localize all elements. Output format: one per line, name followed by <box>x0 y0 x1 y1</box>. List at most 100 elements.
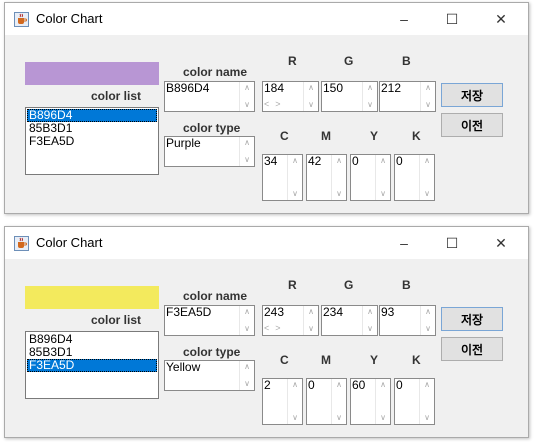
chevron-up-icon[interactable]: ∧ <box>424 379 430 391</box>
chevron-up-icon[interactable]: ∧ <box>308 82 314 94</box>
b-field[interactable]: 212 ∧ ∨ <box>379 81 436 112</box>
c-field[interactable]: 34 ∧ ∨ <box>262 154 303 201</box>
chevron-down-icon[interactable]: ∨ <box>336 412 342 424</box>
color-list[interactable]: B896D4 85B3D1 F3EA5D <box>25 107 159 175</box>
chevron-right-icon[interactable]: > <box>275 322 280 334</box>
k-field[interactable]: 0 ∧ ∨ <box>394 378 435 425</box>
chevron-down-icon[interactable]: ∨ <box>367 323 373 335</box>
chevron-up-icon[interactable]: ∧ <box>244 306 250 318</box>
chevron-down-icon[interactable]: ∨ <box>425 99 431 111</box>
vertical-scrollbar[interactable]: ∧ ∨ <box>331 155 346 200</box>
window-title: Color Chart <box>36 235 103 250</box>
color-list-label: color list <box>91 313 142 327</box>
chevron-left-icon[interactable]: < <box>264 322 269 334</box>
chevron-down-icon[interactable]: ∨ <box>244 378 250 390</box>
chevron-down-icon[interactable]: ∨ <box>424 412 430 424</box>
chevron-down-icon[interactable]: ∨ <box>244 154 250 166</box>
vertical-scrollbar[interactable]: ∧ ∨ <box>303 306 318 335</box>
chevron-up-icon[interactable]: ∧ <box>336 155 342 167</box>
save-button[interactable]: 저장 <box>441 83 503 107</box>
chevron-right-icon[interactable]: > <box>275 98 280 110</box>
vertical-scrollbar[interactable]: ∧ ∨ <box>239 137 254 166</box>
color-type-field[interactable]: Yellow ∧ ∨ <box>164 360 255 391</box>
b-field[interactable]: 93 ∧ ∨ <box>379 305 436 336</box>
vertical-scrollbar[interactable]: ∧ ∨ <box>303 82 318 111</box>
r-field[interactable]: 184 ∧ ∨ < > <box>262 81 319 112</box>
y-field[interactable]: 60 ∧ ∨ <box>350 378 391 425</box>
g-field[interactable]: 150 ∧ ∨ <box>321 81 378 112</box>
vertical-scrollbar[interactable]: ∧ ∨ <box>419 155 434 200</box>
color-name-field[interactable]: B896D4 ∧ ∨ <box>164 81 255 112</box>
chevron-up-icon[interactable]: ∧ <box>336 379 342 391</box>
chevron-up-icon[interactable]: ∧ <box>244 137 250 149</box>
chevron-down-icon[interactable]: ∨ <box>308 323 314 335</box>
vertical-scrollbar[interactable]: ∧ ∨ <box>239 361 254 390</box>
c-label: C <box>280 353 289 367</box>
close-button[interactable]: ✕ <box>486 231 516 255</box>
y-label: Y <box>370 129 379 143</box>
vertical-scrollbar[interactable]: ∧ ∨ <box>375 379 390 424</box>
horizontal-scrollbar[interactable]: < > <box>264 322 281 334</box>
list-item[interactable]: F3EA5D <box>27 135 157 148</box>
vertical-scrollbar[interactable]: ∧ ∨ <box>331 379 346 424</box>
k-field[interactable]: 0 ∧ ∨ <box>394 154 435 201</box>
chevron-up-icon[interactable]: ∧ <box>244 361 250 373</box>
chevron-up-icon[interactable]: ∧ <box>425 82 431 94</box>
color-type-field[interactable]: Purple ∧ ∨ <box>164 136 255 167</box>
previous-button[interactable]: 이전 <box>441 337 503 361</box>
list-item[interactable]: F3EA5D <box>27 359 157 372</box>
chevron-down-icon[interactable]: ∨ <box>308 99 314 111</box>
maximize-button[interactable]: ☐ <box>437 7 467 31</box>
chevron-down-icon[interactable]: ∨ <box>292 412 298 424</box>
y-field[interactable]: 0 ∧ ∨ <box>350 154 391 201</box>
title-bar[interactable]: Color Chart – ☐ ✕ <box>5 3 528 35</box>
chevron-down-icon[interactable]: ∨ <box>244 323 250 335</box>
chevron-up-icon[interactable]: ∧ <box>380 379 386 391</box>
maximize-button[interactable]: ☐ <box>437 231 467 255</box>
vertical-scrollbar[interactable]: ∧ ∨ <box>287 379 302 424</box>
chevron-down-icon[interactable]: ∨ <box>244 99 250 111</box>
chevron-down-icon[interactable]: ∨ <box>424 188 430 200</box>
vertical-scrollbar[interactable]: ∧ ∨ <box>239 306 254 335</box>
chevron-down-icon[interactable]: ∨ <box>292 188 298 200</box>
chevron-left-icon[interactable]: < <box>264 98 269 110</box>
chevron-up-icon[interactable]: ∧ <box>380 155 386 167</box>
minimize-button[interactable]: – <box>389 7 419 31</box>
minimize-button[interactable]: – <box>389 231 419 255</box>
close-button[interactable]: ✕ <box>486 7 516 31</box>
horizontal-scrollbar[interactable]: < > <box>264 98 281 110</box>
chevron-down-icon[interactable]: ∨ <box>336 188 342 200</box>
chevron-up-icon[interactable]: ∧ <box>425 306 431 318</box>
vertical-scrollbar[interactable]: ∧ ∨ <box>362 82 377 111</box>
title-bar[interactable]: Color Chart – ☐ ✕ <box>5 227 528 259</box>
previous-button[interactable]: 이전 <box>441 113 503 137</box>
chevron-down-icon[interactable]: ∨ <box>380 412 386 424</box>
vertical-scrollbar[interactable]: ∧ ∨ <box>420 82 435 111</box>
vertical-scrollbar[interactable]: ∧ ∨ <box>362 306 377 335</box>
chevron-up-icon[interactable]: ∧ <box>367 306 373 318</box>
vertical-scrollbar[interactable]: ∧ ∨ <box>375 155 390 200</box>
vertical-scrollbar[interactable]: ∧ ∨ <box>419 379 434 424</box>
chevron-up-icon[interactable]: ∧ <box>244 82 250 94</box>
m-field[interactable]: 0 ∧ ∨ <box>306 378 347 425</box>
chevron-down-icon[interactable]: ∨ <box>425 323 431 335</box>
chevron-up-icon[interactable]: ∧ <box>367 82 373 94</box>
c-field[interactable]: 2 ∧ ∨ <box>262 378 303 425</box>
r-field-value: 184 <box>264 81 285 95</box>
chevron-down-icon[interactable]: ∨ <box>367 99 373 111</box>
color-name-field[interactable]: F3EA5D ∧ ∨ <box>164 305 255 336</box>
save-button[interactable]: 저장 <box>441 307 503 331</box>
chevron-down-icon[interactable]: ∨ <box>380 188 386 200</box>
vertical-scrollbar[interactable]: ∧ ∨ <box>239 82 254 111</box>
chevron-up-icon[interactable]: ∧ <box>292 155 298 167</box>
chevron-up-icon[interactable]: ∧ <box>308 306 314 318</box>
color-name-field-value: B896D4 <box>166 81 210 95</box>
chevron-up-icon[interactable]: ∧ <box>424 155 430 167</box>
vertical-scrollbar[interactable]: ∧ ∨ <box>287 155 302 200</box>
chevron-up-icon[interactable]: ∧ <box>292 379 298 391</box>
r-field[interactable]: 243 ∧ ∨ < > <box>262 305 319 336</box>
g-field[interactable]: 234 ∧ ∨ <box>321 305 378 336</box>
color-list[interactable]: B896D4 85B3D1 F3EA5D <box>25 331 159 399</box>
m-field[interactable]: 42 ∧ ∨ <box>306 154 347 201</box>
vertical-scrollbar[interactable]: ∧ ∨ <box>420 306 435 335</box>
